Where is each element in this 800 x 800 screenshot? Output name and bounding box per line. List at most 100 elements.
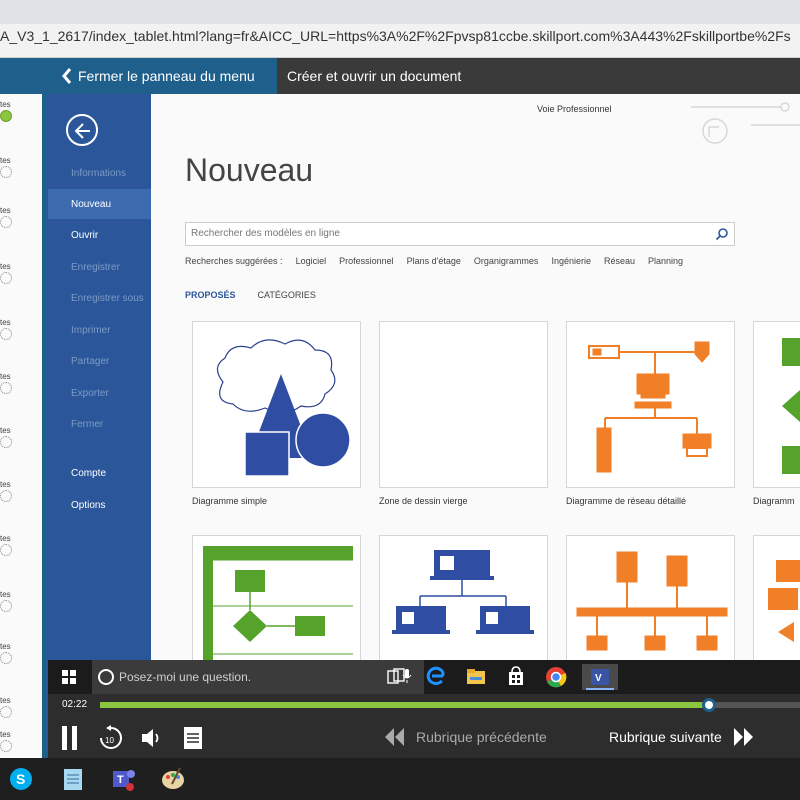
template-tile-basic-diagram[interactable] xyxy=(192,321,361,488)
incomplete-status-icon xyxy=(0,600,12,612)
outline-item-label: tes xyxy=(0,534,11,543)
suggested-search-link[interactable]: Ingénierie xyxy=(551,256,591,266)
visio-taskbar-button[interactable]: V xyxy=(582,664,618,690)
progress-fill xyxy=(100,702,709,708)
outline-item-label: tes xyxy=(0,372,11,381)
outline-item[interactable]: tes xyxy=(0,694,40,718)
backstage-item[interactable]: Ouvrir xyxy=(48,220,151,250)
volume-icon[interactable] xyxy=(140,724,164,752)
template-caption: Diagramme simple xyxy=(192,496,268,506)
outline-item[interactable]: tes xyxy=(0,640,40,664)
visio-icon: V xyxy=(586,669,614,690)
template-tile-partial[interactable] xyxy=(753,321,800,488)
outline-item[interactable]: tes xyxy=(0,316,40,340)
progress-handle[interactable] xyxy=(702,698,716,712)
previous-topic-button[interactable]: Rubrique précédente xyxy=(382,726,547,748)
suggested-search-link[interactable]: Plans d'étage xyxy=(407,256,461,266)
notepad-icon[interactable] xyxy=(58,764,88,794)
outline-item-label: tes xyxy=(0,696,11,705)
svg-text:10: 10 xyxy=(105,736,114,745)
backstage-item: Imprimer xyxy=(71,324,111,336)
url-text[interactable]: A_V3_1_2617/index_tablet.html?lang=fr&AI… xyxy=(0,28,791,44)
backstage-item[interactable]: Nouveau xyxy=(48,189,151,219)
new-document-pane: Voie Professionnel Nouveau Rechercher de… xyxy=(151,94,800,660)
backstage-item[interactable]: Options xyxy=(48,490,151,520)
close-menu-label: Fermer le panneau du menu xyxy=(78,68,255,84)
server-diagram-thumbnail xyxy=(576,551,728,651)
outline-item[interactable]: tes xyxy=(0,370,40,394)
outline-item-label: tes xyxy=(0,426,11,435)
backstage-item[interactable]: Compte xyxy=(48,458,151,488)
task-view-icon[interactable] xyxy=(382,664,410,690)
template-tile-partial-2[interactable] xyxy=(753,535,800,660)
template-tile-detailed-network[interactable] xyxy=(566,321,735,488)
next-topic-button[interactable]: Rubrique suivante xyxy=(609,726,756,748)
template-tile-org-chart[interactable] xyxy=(379,535,548,660)
close-menu-button[interactable]: Fermer le panneau du menu xyxy=(0,58,277,94)
cortana-placeholder: Posez-moi une question. xyxy=(119,670,252,684)
incomplete-status-icon xyxy=(0,272,12,284)
suggested-search-link[interactable]: Réseau xyxy=(604,256,635,266)
svg-text:S: S xyxy=(16,771,25,787)
template-caption: Diagramme de réseau détaillé xyxy=(566,496,687,506)
suggested-searches: Recherches suggérées : Logiciel Professio… xyxy=(185,256,745,266)
suggested-search-link[interactable]: Organigrammes xyxy=(474,256,539,266)
svg-text:T: T xyxy=(117,774,124,786)
template-tab[interactable]: PROPOSÉS xyxy=(185,290,236,300)
template-tile-blank[interactable] xyxy=(379,321,548,488)
outline-item-label: tes xyxy=(0,100,11,109)
incomplete-status-icon xyxy=(0,328,12,340)
outline-item[interactable]: tes xyxy=(0,98,40,122)
backstage-item: Partager xyxy=(71,355,110,367)
visio-window: Informations Nouveau Ouvrir Enregistrer Enre… xyxy=(48,94,800,660)
outline-item[interactable]: tes xyxy=(0,260,40,284)
search-icon[interactable] xyxy=(715,227,729,241)
outline-item[interactable]: tes xyxy=(0,728,40,752)
cortana-search-box[interactable]: Posez-moi une question. xyxy=(92,660,424,694)
store-icon[interactable] xyxy=(502,664,530,690)
rewind-10-icon[interactable]: 10 xyxy=(98,724,124,752)
outline-item[interactable]: tes xyxy=(0,204,40,228)
incomplete-status-icon xyxy=(0,740,12,752)
outline-item[interactable]: tes xyxy=(0,424,40,448)
file-explorer-icon[interactable] xyxy=(462,664,490,690)
pause-icon[interactable] xyxy=(60,724,80,752)
backstage-nav: Informations Nouveau Ouvrir Enregistrer Enre… xyxy=(48,94,151,660)
template-tab[interactable]: CATÉGORIES xyxy=(258,290,316,300)
paint-icon[interactable] xyxy=(158,764,188,794)
suggestions-label: Recherches suggérées : xyxy=(185,256,283,266)
template-caption: Diagramm xyxy=(753,496,795,506)
outline-item-label: tes xyxy=(0,206,11,215)
rack-diagram-thumbnail xyxy=(768,560,800,642)
transcript-icon[interactable] xyxy=(182,724,204,752)
outline-item[interactable]: tes xyxy=(0,154,40,178)
template-search-input[interactable]: Rechercher des modèles en ligne xyxy=(185,222,735,246)
outline-item[interactable]: tes xyxy=(0,532,40,556)
suggested-search-link[interactable]: Professionnel xyxy=(339,256,394,266)
course-outline-panel[interactable]: tes tes tes tes tes tes tes tes tes tes tes tes tes xyxy=(0,94,48,758)
outline-item-label: tes xyxy=(0,642,11,651)
suggested-search-link[interactable]: Planning xyxy=(648,256,683,266)
windows-start-icon[interactable] xyxy=(62,670,76,684)
outline-item[interactable]: tes xyxy=(0,588,40,612)
incomplete-status-icon xyxy=(0,490,12,502)
swimlane-flowchart-thumbnail xyxy=(203,546,353,660)
backstage-item: Enregistrer xyxy=(71,261,120,273)
template-tabs: PROPOSÉS CATÉGORIES xyxy=(185,290,338,300)
suggested-search-link[interactable]: Logiciel xyxy=(296,256,327,266)
incomplete-status-icon xyxy=(0,382,12,394)
template-tile-server-network[interactable] xyxy=(566,535,735,660)
elapsed-time: 02:22 xyxy=(62,699,88,710)
progress-bar[interactable] xyxy=(100,698,800,712)
back-arrow-icon[interactable] xyxy=(66,114,98,146)
template-tile-cross-functional-flowchart[interactable] xyxy=(192,535,361,660)
outline-item[interactable]: tes xyxy=(0,478,40,502)
cortana-ring-icon xyxy=(98,669,114,685)
browser-url-bar[interactable]: A_V3_1_2617/index_tablet.html?lang=fr&AI… xyxy=(0,0,800,58)
backstage-item: Enregistrer sous xyxy=(71,292,144,304)
chevron-left-icon xyxy=(62,68,72,84)
skype-icon[interactable]: S xyxy=(6,764,36,794)
teams-icon[interactable]: T xyxy=(108,764,138,794)
chrome-icon[interactable] xyxy=(542,664,570,690)
edge-browser-icon[interactable] xyxy=(422,664,450,690)
